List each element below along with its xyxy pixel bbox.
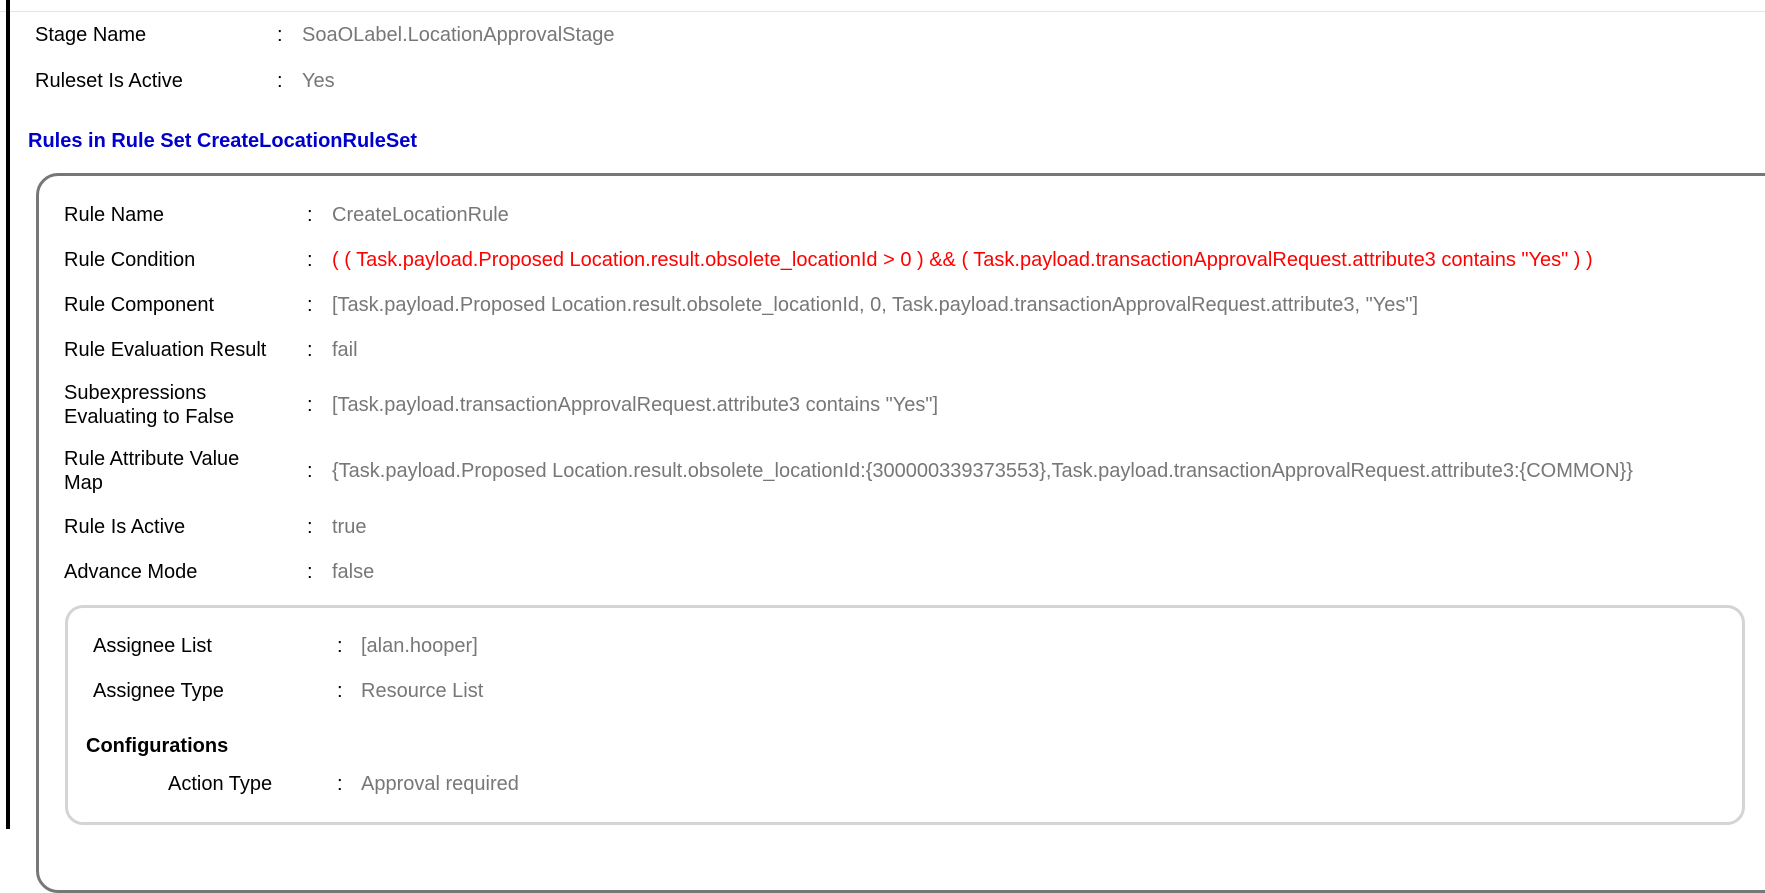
rule-component-label: Rule Component	[64, 294, 215, 316]
subexpressions-value: [Task.payload.transactionApprovalRequest…	[332, 394, 939, 416]
assignee-type-label: Assignee Type	[93, 680, 224, 702]
separator: :	[337, 635, 343, 657]
separator: :	[307, 394, 313, 416]
assignee-list-value: [alan.hooper]	[361, 635, 478, 657]
rule-active-label: Rule Is Active	[64, 516, 186, 538]
rule-evaluation-value: fail	[332, 339, 358, 361]
rule-condition-value: ( ( Task.payload.Proposed Location.resul…	[332, 249, 1593, 271]
advance-mode-label: Advance Mode	[64, 561, 198, 583]
assignee-box	[65, 605, 1745, 825]
separator: :	[307, 204, 313, 226]
action-type-value: Approval required	[361, 773, 519, 795]
stage-name-label: Stage Name	[35, 24, 147, 46]
ruleset-active-label: Ruleset Is Active	[35, 70, 183, 92]
separator: :	[277, 24, 283, 46]
action-type-label: Action Type	[168, 773, 273, 795]
ruleset-title: Rules in Rule Set CreateLocationRuleSet	[28, 130, 417, 152]
separator: :	[337, 773, 343, 795]
top-divider	[0, 11, 1765, 12]
configurations-title: Configurations	[86, 735, 229, 757]
separator: :	[307, 339, 313, 361]
subexpressions-label-line1: Subexpressions	[64, 382, 207, 404]
stage-name-value: SoaOLabel.LocationApprovalStage	[302, 24, 615, 46]
rule-evaluation-label: Rule Evaluation Result	[64, 339, 267, 361]
separator: :	[307, 561, 313, 583]
rule-condition-label: Rule Condition	[64, 249, 196, 271]
advance-mode-value: false	[332, 561, 375, 583]
attribute-map-value: {Task.payload.Proposed Location.result.o…	[332, 460, 1633, 482]
rule-name-label: Rule Name	[64, 204, 165, 226]
attribute-map-label-line2: Map	[64, 472, 103, 494]
separator: :	[307, 460, 313, 482]
left-border	[6, 0, 10, 829]
separator: :	[307, 294, 313, 316]
rule-name-value: CreateLocationRule	[332, 204, 509, 226]
separator: :	[307, 516, 313, 538]
ruleset-active-value: Yes	[302, 70, 335, 92]
rule-active-value: true	[332, 516, 367, 538]
separator: :	[337, 680, 343, 702]
separator: :	[277, 70, 283, 92]
separator: :	[307, 249, 313, 271]
attribute-map-label-line1: Rule Attribute Value	[64, 448, 240, 470]
rule-component-value: [Task.payload.Proposed Location.result.o…	[332, 294, 1418, 316]
subexpressions-label-line2: Evaluating to False	[64, 406, 235, 428]
assignee-type-value: Resource List	[361, 680, 484, 702]
assignee-list-label: Assignee List	[93, 635, 212, 657]
